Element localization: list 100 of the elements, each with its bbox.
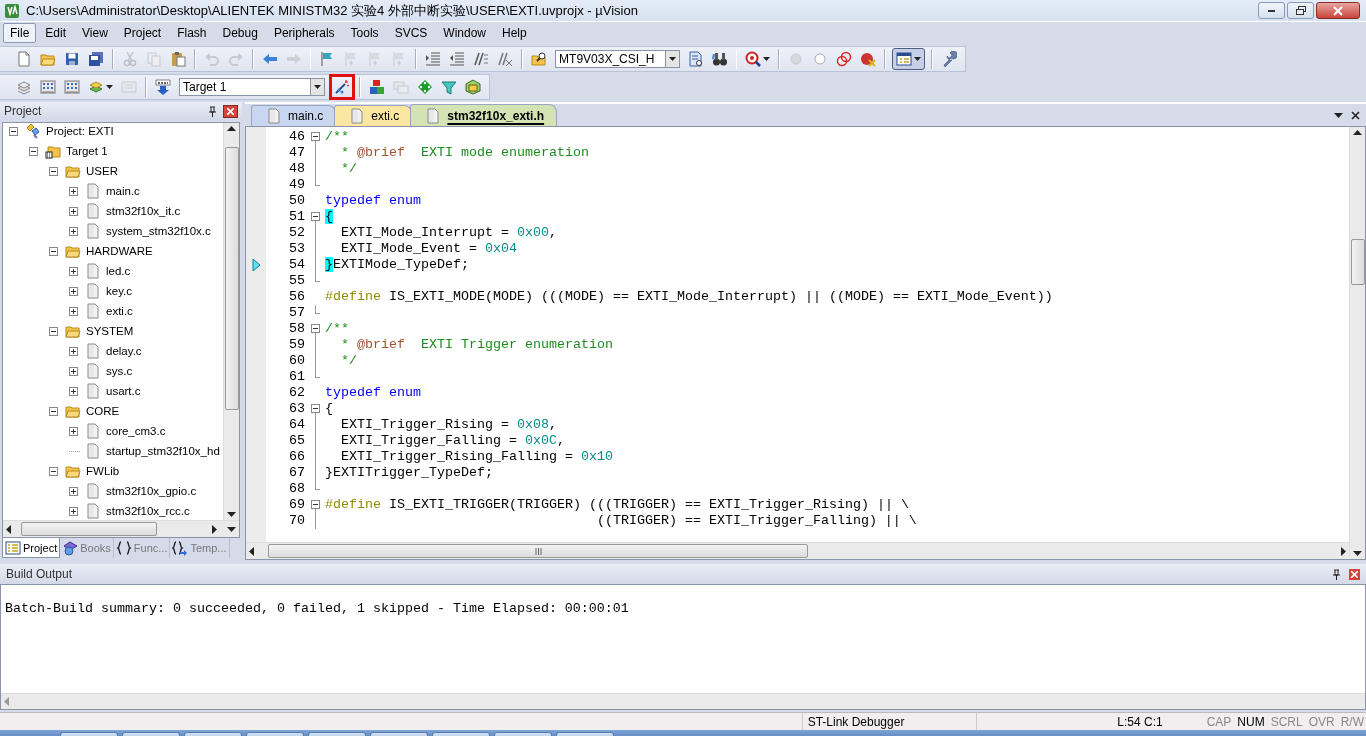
tree-item[interactable]: stm32f10x_it.c — [106, 205, 181, 217]
tree-item[interactable]: system_stm32f10x.c — [106, 225, 211, 237]
expand-icon[interactable] — [69, 506, 78, 516]
tree-item[interactable]: sys.c — [106, 365, 133, 377]
debug-magnifier-icon[interactable] — [745, 51, 762, 67]
find-document-icon[interactable] — [687, 51, 704, 67]
collapse-icon[interactable] — [49, 466, 58, 476]
menu-item[interactable]: View — [75, 23, 115, 43]
options-wand-icon[interactable] — [334, 79, 350, 95]
menu-item[interactable]: SVCS — [387, 23, 435, 43]
scroll-right-icon[interactable] — [1341, 546, 1346, 556]
window-layout-button[interactable] — [892, 48, 926, 70]
new-file-icon[interactable] — [16, 51, 32, 67]
menu-item[interactable]: Debug — [215, 23, 265, 43]
find-in-files-icon[interactable] — [531, 51, 548, 67]
cross-ball-icon[interactable] — [860, 51, 877, 67]
tree-item[interactable]: core_cm3.c — [106, 425, 166, 437]
menu-item[interactable]: Window — [436, 23, 493, 43]
menu-item[interactable]: Help — [495, 23, 534, 43]
uncomment-icon[interactable] — [497, 51, 514, 67]
menu-item[interactable]: Tools — [343, 23, 386, 43]
collapse-icon[interactable] — [311, 404, 320, 413]
components-icon[interactable] — [369, 79, 385, 95]
tree-item[interactable]: stm32f10x_rcc.c — [106, 505, 190, 517]
tree-item[interactable]: CORE — [86, 405, 120, 417]
expand-icon[interactable] — [69, 226, 78, 236]
scrollbar[interactable] — [1349, 127, 1365, 559]
editor-tab[interactable]: stm32f10x_exti.h — [410, 104, 558, 126]
pack-installer-icon[interactable] — [465, 79, 481, 95]
expand-icon[interactable] — [69, 346, 78, 356]
dropdown-button[interactable] — [310, 79, 324, 95]
collapse-icon[interactable] — [311, 500, 320, 509]
scrollbar[interactable] — [246, 542, 1349, 559]
scroll-left-icon[interactable] — [6, 524, 11, 534]
scrollbar-thumb[interactable] — [1351, 239, 1365, 285]
scroll-up-icon[interactable] — [1353, 130, 1362, 135]
close-button[interactable] — [1349, 568, 1360, 580]
dropdown-caret-icon[interactable] — [106, 85, 113, 89]
build-icon[interactable] — [40, 79, 56, 95]
restore-button[interactable] — [1287, 2, 1314, 19]
tree-item[interactable]: exti.c — [106, 305, 133, 317]
tree-item[interactable]: delay.c — [106, 345, 142, 357]
tree-item[interactable]: stm32f10x_gpio.c — [106, 485, 197, 497]
tree-item[interactable]: Target 1 — [66, 145, 108, 157]
tree-item[interactable]: main.c — [106, 185, 140, 197]
back-arrow-icon[interactable] — [261, 51, 278, 67]
tree-item[interactable]: USER — [86, 165, 118, 177]
collapse-icon[interactable] — [311, 324, 320, 333]
collapse-icon[interactable] — [49, 406, 58, 416]
tree-item[interactable]: Project: EXTI — [46, 125, 114, 137]
comment-icon[interactable] — [473, 51, 490, 67]
dropdown-field[interactable]: MT9V03X_CSI_H — [555, 50, 680, 68]
collapse-icon[interactable] — [9, 126, 18, 136]
scrollbar[interactable] — [3, 520, 239, 537]
indent-icon[interactable] — [425, 51, 442, 67]
collapse-icon[interactable] — [49, 246, 58, 256]
collapse-icon[interactable] — [311, 132, 320, 141]
tree-item[interactable]: led.c — [106, 265, 131, 277]
menu-item[interactable]: Project — [116, 23, 169, 43]
diamond-icon[interactable] — [417, 79, 433, 95]
tree-item[interactable]: usart.c — [106, 385, 141, 397]
scroll-down-icon[interactable] — [1353, 551, 1362, 556]
dropdown-caret-icon[interactable] — [763, 57, 771, 61]
expand-icon[interactable] — [69, 206, 78, 216]
batch-build-icon[interactable] — [88, 79, 104, 95]
expand-icon[interactable] — [69, 266, 78, 276]
rebuild-icon[interactable] — [64, 79, 80, 95]
scrollbar-thumb[interactable] — [225, 147, 239, 410]
collapse-icon[interactable] — [49, 326, 58, 336]
funnel-icon[interactable] — [441, 79, 457, 95]
tree-item[interactable]: FWLib — [86, 465, 120, 477]
tab-menu-icon[interactable] — [1334, 112, 1343, 118]
scroll-right-icon[interactable] — [212, 524, 217, 534]
tree-item[interactable]: startup_stm32f10x_hd — [106, 445, 220, 457]
save-icon[interactable] — [64, 51, 80, 67]
close-button[interactable] — [1316, 2, 1360, 19]
close-icon[interactable] — [1351, 110, 1360, 120]
expand-icon[interactable] — [69, 486, 78, 496]
menu-item[interactable]: Peripherals — [266, 23, 342, 43]
tree-item[interactable]: HARDWARE — [86, 245, 153, 257]
pin-icon[interactable] — [1332, 568, 1341, 580]
scrollbar-thumb[interactable] — [21, 522, 157, 536]
panel-tab[interactable]: Project — [2, 538, 61, 558]
collapse-icon[interactable] — [49, 166, 58, 176]
scrollbar[interactable] — [1, 693, 1365, 709]
expand-icon[interactable] — [69, 286, 78, 296]
pin-icon[interactable] — [208, 105, 217, 117]
menu-item[interactable]: Flash — [170, 23, 214, 43]
scroll-left-icon[interactable] — [249, 546, 254, 556]
tree-item[interactable]: key.c — [106, 285, 132, 297]
scrollbar-thumb[interactable] — [268, 544, 808, 558]
minimize-button[interactable] — [1258, 2, 1285, 19]
collapse-icon[interactable] — [29, 146, 38, 156]
dropdown-button[interactable] — [664, 51, 679, 67]
expand-icon[interactable] — [69, 186, 78, 196]
menu-item[interactable]: Edit — [38, 23, 74, 43]
dropdown-field[interactable]: Target 1 — [179, 78, 325, 96]
menu-item[interactable]: File — [3, 23, 37, 43]
editor-tab[interactable]: exti.c — [334, 105, 413, 126]
download-icon[interactable] — [155, 79, 171, 95]
